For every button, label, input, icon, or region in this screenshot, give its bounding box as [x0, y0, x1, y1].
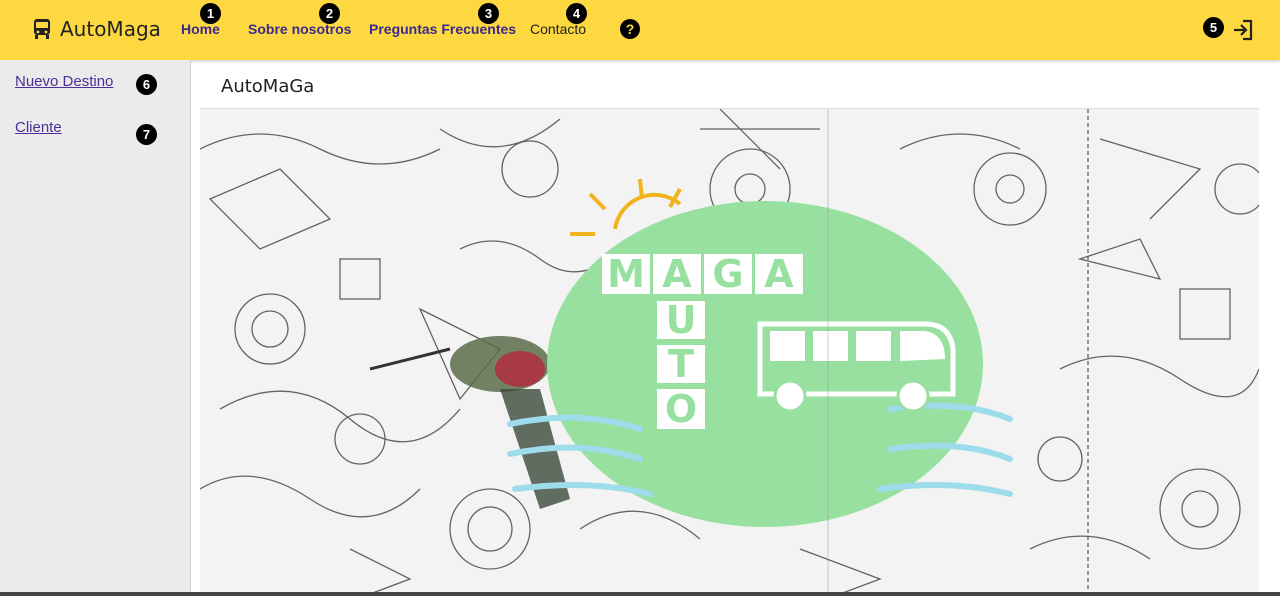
sidebar: Nuevo Destino 6 Cliente 7	[0, 60, 191, 596]
nav-about-link[interactable]: Sobre nosotros	[248, 21, 351, 37]
annotation-badge: 4	[566, 3, 587, 24]
annotation-badge: 6	[136, 74, 157, 95]
logo-letter: A	[764, 252, 794, 296]
logo-letter: T	[668, 342, 694, 386]
question-circle-icon[interactable]: ?	[620, 19, 640, 39]
app-title: AutoMaga	[60, 17, 161, 41]
annotation-badge: 3	[478, 3, 499, 24]
banner-image: M A G A U T O	[200, 108, 1259, 594]
login-icon[interactable]	[1232, 19, 1254, 41]
sidebar-item-nuevo-destino[interactable]: Nuevo Destino	[15, 73, 113, 90]
annotation-badge: 5	[1203, 17, 1224, 38]
annotation-badge: 7	[136, 124, 157, 145]
logo-letter: O	[665, 387, 697, 431]
annotation-badge: 2	[319, 3, 340, 24]
logo-letter: U	[666, 298, 697, 342]
bottom-edge	[0, 592, 1280, 596]
annotation-badge: 1	[200, 3, 221, 24]
top-toolbar: AutoMaga Home 1 Sobre nosotros 2 Pregunt…	[0, 0, 1280, 60]
brand[interactable]: AutoMaga	[32, 17, 161, 41]
nav-home-link[interactable]: Home	[181, 21, 220, 37]
logo-letter: A	[662, 252, 692, 296]
sidebar-item-cliente[interactable]: Cliente	[15, 119, 62, 136]
logo-letter: M	[607, 252, 645, 296]
nav-faq-link[interactable]: Preguntas Frecuentes	[369, 21, 516, 37]
page-title: AutoMaGa	[221, 76, 315, 97]
logo-letter: G	[712, 252, 743, 296]
bus-icon	[34, 19, 50, 39]
